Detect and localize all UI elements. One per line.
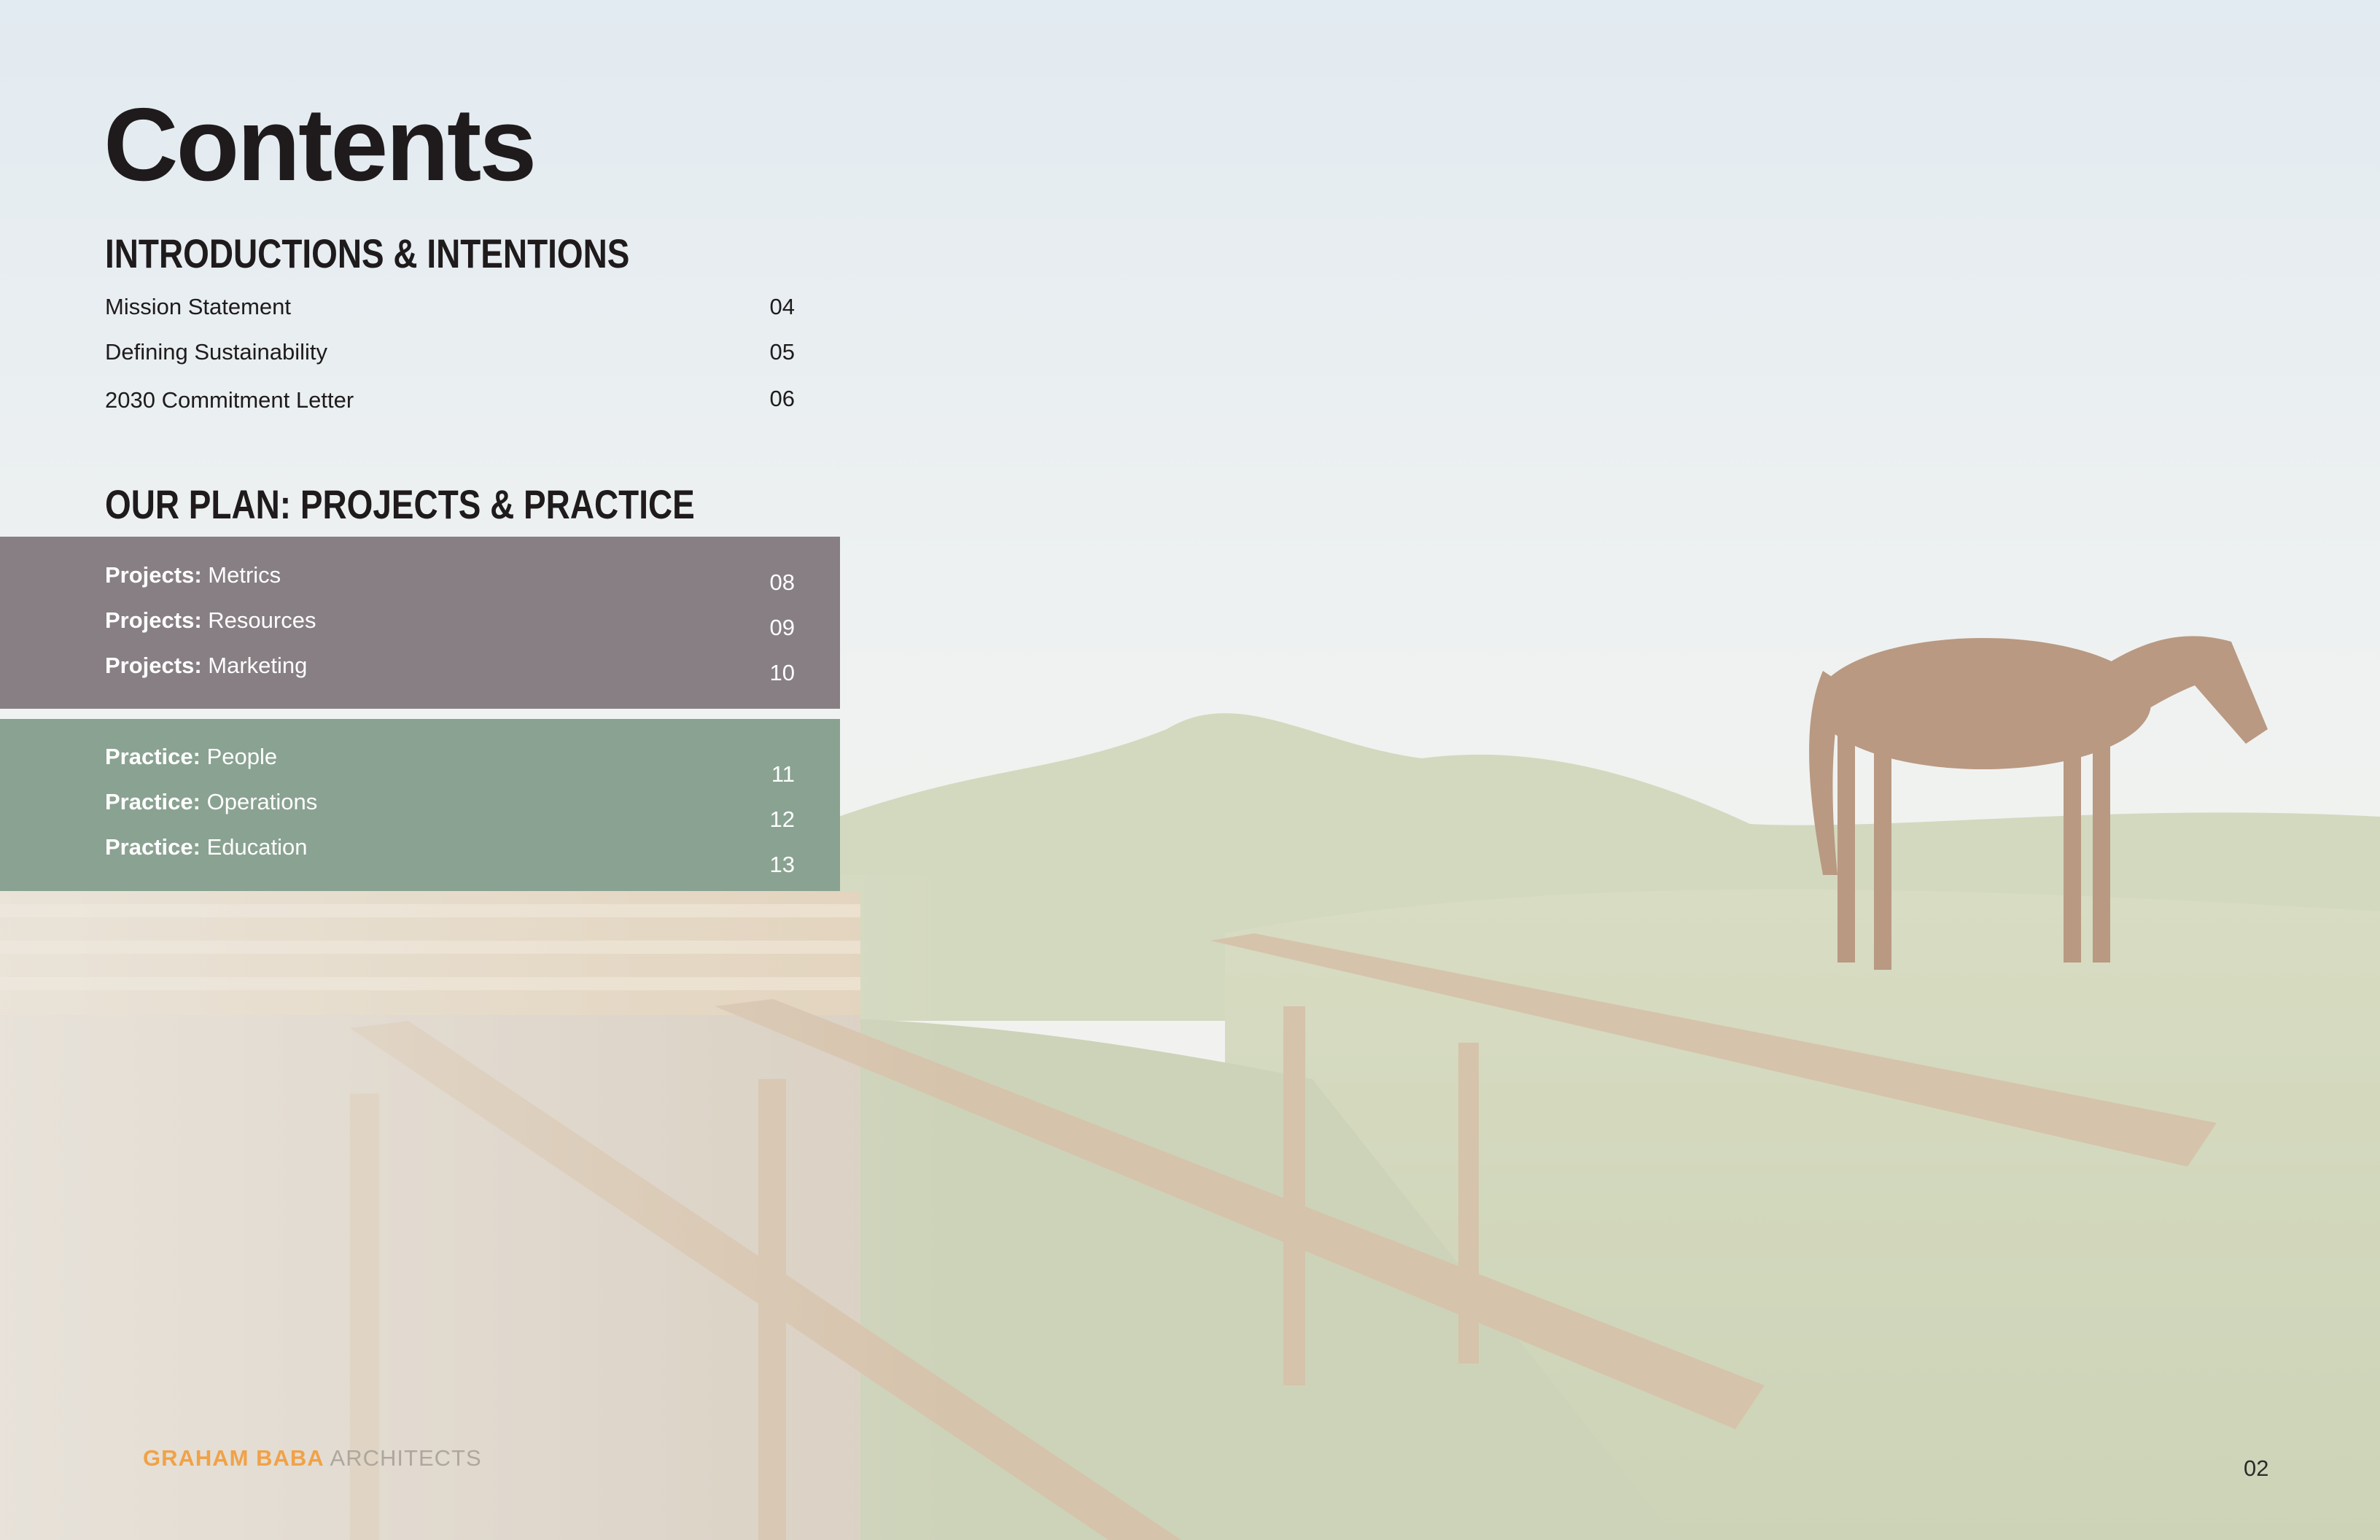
toc-entry-page: 12: [769, 806, 795, 832]
page-title: Contents: [104, 87, 537, 203]
toc-entry-2030-commitment-letter[interactable]: 2030 Commitment Letter 06: [105, 386, 795, 413]
toc-entry-prefix: Projects:: [105, 562, 202, 588]
toc-entry-label: Resources: [208, 607, 316, 633]
toc-entry-page: 13: [769, 852, 795, 877]
toc-entry-practice-people[interactable]: Practice: People 11: [105, 744, 795, 785]
page-number: 02: [2244, 1455, 2269, 1481]
toc-entry-label: 2030 Commitment Letter: [105, 387, 354, 413]
toc-entry-page: 09: [769, 615, 795, 640]
toc-entry-page: 06: [769, 386, 795, 411]
toc-entry-mission-statement[interactable]: Mission Statement 04: [105, 295, 795, 318]
toc-entry-practice-operations[interactable]: Practice: Operations 12: [105, 789, 795, 831]
toc-entry-projects-resources[interactable]: Projects: Resources 09: [105, 607, 795, 639]
toc-entry-prefix: Practice:: [105, 789, 201, 814]
toc-entry-label: Operations: [206, 789, 318, 814]
section-heading-our-plan: OUR PLAN: PROJECTS & PRACTICE: [105, 481, 695, 527]
toc-entry-projects-marketing[interactable]: Projects: Marketing 10: [105, 653, 795, 684]
footer-brand-logo: GRAHAM BABA ARCHITECTS: [143, 1447, 482, 1469]
toc-entry-practice-education[interactable]: Practice: Education 13: [105, 834, 795, 876]
toc-entry-label: Marketing: [208, 653, 308, 678]
section-heading-introductions: INTRODUCTIONS & INTENTIONS: [105, 230, 630, 276]
toc-entry-projects-metrics[interactable]: Projects: Metrics 08: [105, 562, 795, 594]
toc-entry-label: Metrics: [208, 562, 281, 588]
toc-entry-page: 10: [769, 660, 795, 685]
toc-entry-label: Defining Sustainability: [105, 339, 328, 365]
toc-entry-label: People: [206, 744, 278, 769]
toc-entry-page: 08: [769, 569, 795, 595]
toc-entry-page: 05: [769, 339, 795, 365]
toc-entry-prefix: Practice:: [105, 834, 201, 860]
toc-entry-label: Education: [206, 834, 308, 860]
contents-page: Contents INTRODUCTIONS & INTENTIONS Miss…: [0, 0, 2380, 1540]
brand-name: GRAHAM BABA: [143, 1445, 324, 1471]
toc-entry-defining-sustainability[interactable]: Defining Sustainability 05: [105, 341, 795, 363]
toc-entry-label: Mission Statement: [105, 294, 291, 319]
brand-suffix: ARCHITECTS: [324, 1445, 482, 1471]
toc-entry-prefix: Practice:: [105, 744, 201, 769]
toc-entry-prefix: Projects:: [105, 653, 202, 678]
toc-entry-prefix: Projects:: [105, 607, 202, 633]
toc-entry-page: 04: [769, 294, 795, 319]
toc-entry-page: 11: [771, 761, 795, 787]
